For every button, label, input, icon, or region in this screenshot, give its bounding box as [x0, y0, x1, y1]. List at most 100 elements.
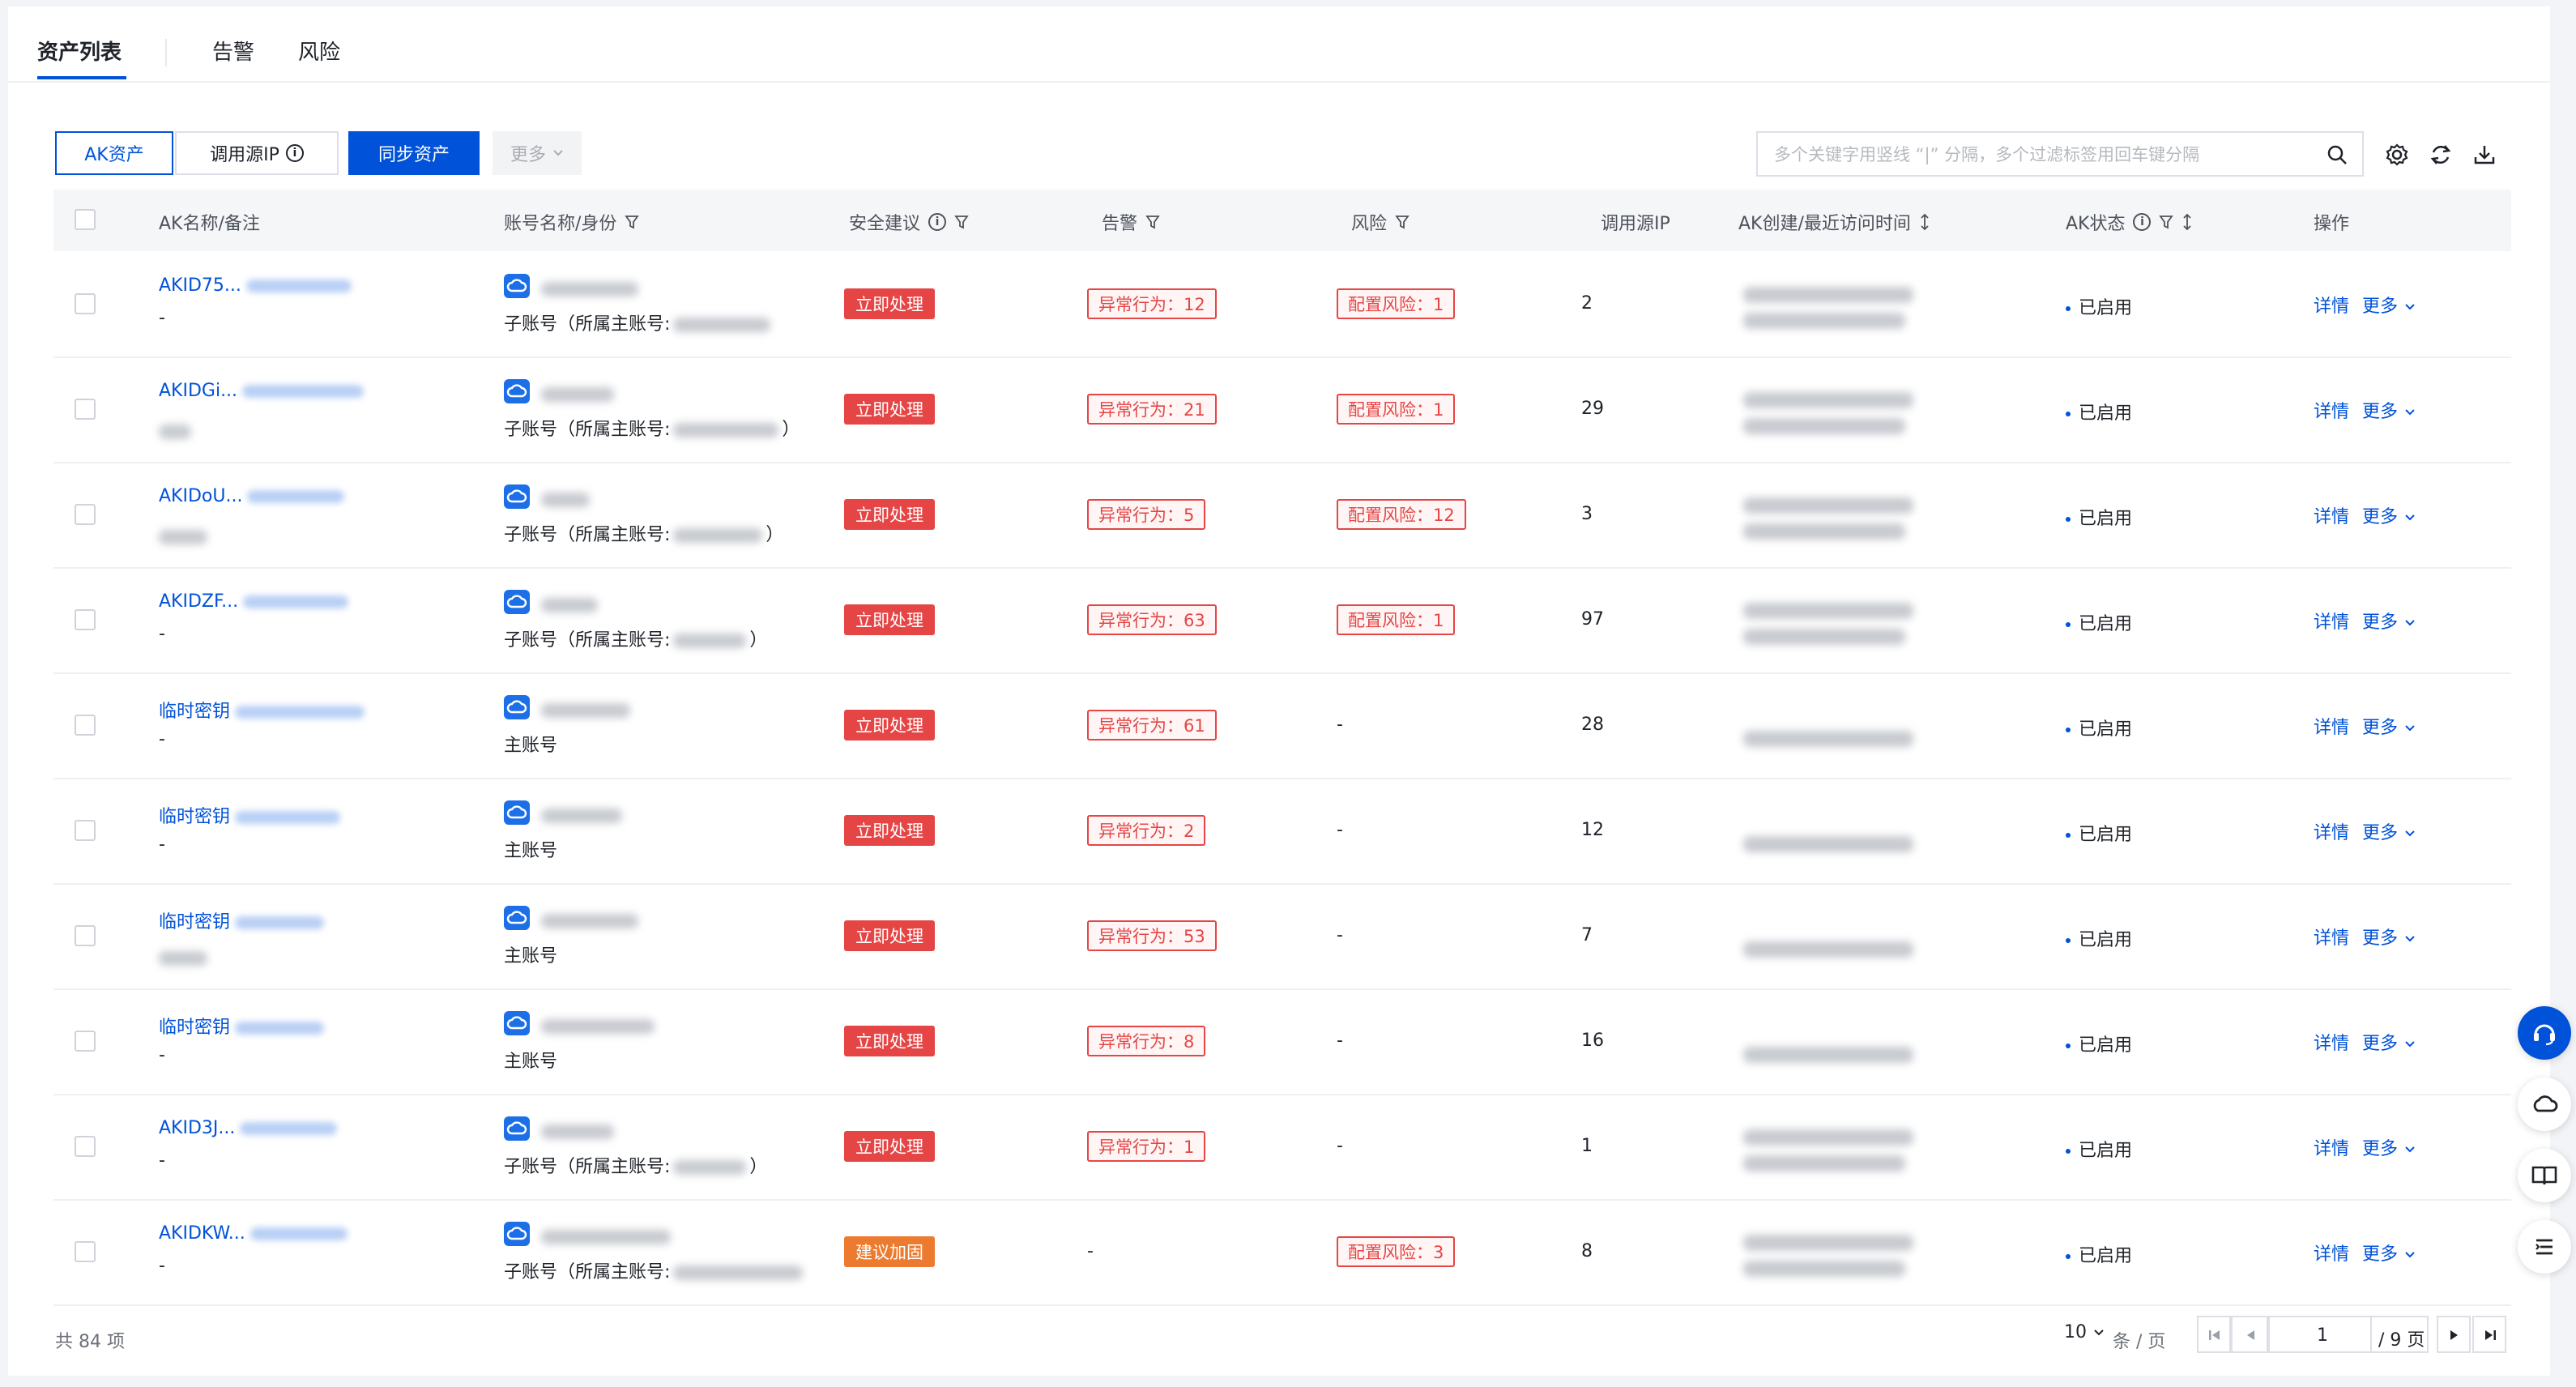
tab-risks[interactable]: 风险 [298, 36, 340, 66]
list-icon [2535, 1239, 2553, 1255]
refresh-icon[interactable] [2429, 143, 2453, 167]
security-suggestion-tag[interactable]: 建议加固 [844, 1236, 935, 1267]
row-checkbox[interactable] [75, 1241, 96, 1262]
details-link[interactable]: 详情 [2314, 292, 2349, 318]
alert-tag[interactable]: 异常行为：5 [1087, 499, 1206, 530]
risk-tag[interactable]: 配置风险：1 [1337, 394, 1456, 425]
ak-name-link[interactable]: AKID75... [159, 275, 352, 296]
select-all-checkbox[interactable] [75, 209, 96, 230]
filter-icon[interactable] [2159, 215, 2174, 229]
download-icon[interactable] [2472, 143, 2497, 167]
security-suggestion-tag[interactable]: 立即处理 [844, 288, 935, 319]
row-checkbox[interactable] [75, 293, 96, 314]
row-checkbox[interactable] [75, 715, 96, 736]
ak-name-link[interactable]: 临时密钥 [159, 802, 341, 828]
alert-tag[interactable]: 异常行为：1 [1087, 1131, 1206, 1162]
details-link[interactable]: 详情 [2314, 924, 2349, 950]
tab-asset-list[interactable]: 资产列表 [37, 36, 122, 66]
more-actions-link[interactable]: 更多 [2362, 1134, 2416, 1160]
last-page-button[interactable] [2472, 1316, 2506, 1353]
gear-icon[interactable] [2385, 143, 2409, 167]
sort-icon[interactable] [2181, 213, 2193, 231]
alert-tag[interactable]: 异常行为：21 [1087, 394, 1217, 425]
row-checkbox[interactable] [75, 1136, 96, 1157]
support-button[interactable] [2518, 1006, 2571, 1060]
alert-tag[interactable]: 异常行为：2 [1087, 815, 1206, 846]
alert-tag[interactable]: 异常行为：8 [1087, 1026, 1206, 1056]
more-actions-link[interactable]: 更多 [2362, 924, 2416, 950]
search-input[interactable] [1772, 143, 2310, 167]
details-link[interactable]: 详情 [2314, 818, 2349, 844]
alert-tag[interactable]: 异常行为：61 [1087, 710, 1217, 740]
ak-name: 临时密钥 [159, 702, 231, 722]
page-number-input[interactable]: 1 [2268, 1316, 2372, 1353]
more-actions-link[interactable]: 更多 [2362, 818, 2416, 844]
security-suggestion-tag[interactable]: 立即处理 [844, 710, 935, 740]
more-actions-link[interactable]: 更多 [2362, 397, 2416, 423]
more-actions-link[interactable]: 更多 [2362, 608, 2416, 634]
more-actions-link[interactable]: 更多 [2362, 713, 2416, 739]
sort-icon[interactable] [1919, 213, 1930, 231]
next-page-button[interactable] [2437, 1316, 2471, 1353]
security-suggestion-tag[interactable]: 立即处理 [844, 499, 935, 530]
risk-tag[interactable]: 配置风险：12 [1337, 499, 1466, 530]
alert-tag[interactable]: 异常行为：63 [1087, 604, 1217, 635]
caller-ip-button[interactable]: 调用源IP i [175, 131, 339, 175]
risk-tag[interactable]: 配置风险：3 [1337, 1236, 1456, 1267]
more-actions-link[interactable]: 更多 [2362, 292, 2416, 318]
caller-ip-count: 97 [1581, 609, 1604, 629]
row-checkbox[interactable] [75, 504, 96, 525]
ak-name-link[interactable]: 临时密钥 [159, 907, 325, 933]
table-header: AK名称/备注 账号名称/身份 安全建议 i 告警 风险 调用源IP AK创建/… [53, 190, 2511, 251]
details-link[interactable]: 详情 [2314, 608, 2349, 634]
row-checkbox[interactable] [75, 1031, 96, 1052]
tab-alerts[interactable]: 告警 [212, 36, 254, 66]
security-suggestion-tag[interactable]: 立即处理 [844, 1131, 935, 1162]
info-icon[interactable]: i [2133, 213, 2152, 231]
docs-button[interactable] [2518, 1149, 2571, 1202]
row-checkbox[interactable] [75, 925, 96, 946]
more-actions-link[interactable]: 更多 [2362, 502, 2416, 528]
security-suggestion-tag[interactable]: 立即处理 [844, 604, 935, 635]
alert-tag[interactable]: 异常行为：12 [1087, 288, 1217, 319]
security-suggestion-tag[interactable]: 立即处理 [844, 815, 935, 846]
alert-tag[interactable]: 异常行为：53 [1087, 920, 1217, 951]
details-link[interactable]: 详情 [2314, 1029, 2349, 1055]
more-actions-link[interactable]: 更多 [2362, 1029, 2416, 1055]
details-link[interactable]: 详情 [2314, 502, 2349, 528]
ak-name-link[interactable]: AKIDoU... [159, 486, 345, 506]
ak-name-link[interactable]: AKIDGi... [159, 381, 365, 401]
sync-assets-button[interactable]: 同步资产 [348, 131, 480, 175]
ak-name-link[interactable]: AKIDZF... [159, 591, 349, 612]
row-checkbox[interactable] [75, 609, 96, 630]
cloud-button[interactable] [2518, 1078, 2571, 1131]
ak-name-link[interactable]: 临时密钥 [159, 1013, 325, 1039]
filter-icon[interactable] [1145, 215, 1160, 229]
details-link[interactable]: 详情 [2314, 713, 2349, 739]
details-link[interactable]: 详情 [2314, 397, 2349, 423]
ak-name-link[interactable]: 临时密钥 [159, 697, 365, 723]
row-checkbox[interactable] [75, 399, 96, 420]
filter-icon[interactable] [625, 215, 640, 229]
ak-assets-button[interactable]: AK资产 [55, 131, 173, 175]
ak-name-link[interactable]: AKIDKW... [159, 1223, 348, 1244]
row-checkbox[interactable] [75, 820, 96, 841]
search-icon[interactable] [2327, 144, 2348, 165]
filter-icon[interactable] [954, 215, 969, 229]
more-actions-link[interactable]: 更多 [2362, 1240, 2416, 1265]
risk-tag[interactable]: 配置风险：1 [1337, 604, 1456, 635]
security-suggestion-tag[interactable]: 立即处理 [844, 394, 935, 425]
details-link[interactable]: 详情 [2314, 1240, 2349, 1265]
details-link[interactable]: 详情 [2314, 1134, 2349, 1160]
security-suggestion-tag[interactable]: 立即处理 [844, 1026, 935, 1056]
info-icon[interactable]: i [928, 213, 947, 231]
first-page-button[interactable] [2197, 1316, 2231, 1353]
security-suggestion-tag[interactable]: 立即处理 [844, 920, 935, 951]
page-size-select[interactable]: 10 [2064, 1322, 2105, 1342]
more-dropdown-button[interactable]: 更多 [493, 131, 582, 175]
menu-button[interactable] [2518, 1220, 2571, 1274]
filter-icon[interactable] [1395, 215, 1410, 229]
risk-tag[interactable]: 配置风险：1 [1337, 288, 1456, 319]
prev-page-button[interactable] [2231, 1316, 2268, 1353]
ak-name-link[interactable]: AKID3J... [159, 1118, 338, 1138]
